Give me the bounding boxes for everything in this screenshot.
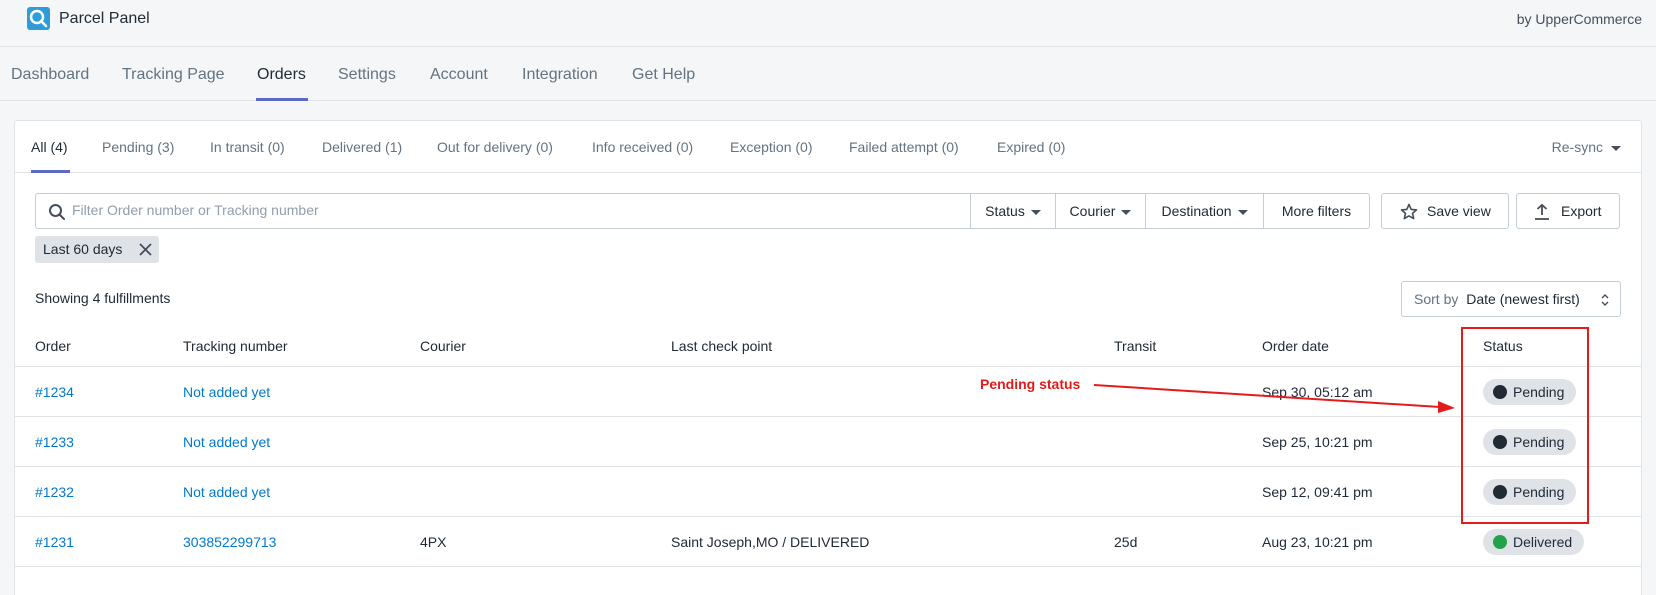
- tab-out-for-delivery[interactable]: Out for delivery (0): [437, 139, 553, 155]
- table-row[interactable]: #1234 Not added yet Sep 30, 05:12 am Pen…: [15, 367, 1641, 417]
- resync-button[interactable]: Re-sync: [1552, 139, 1621, 155]
- courier-cell: 4PX: [420, 534, 447, 550]
- date-filter-label: Last 60 days: [43, 241, 123, 257]
- nav-dashboard[interactable]: Dashboard: [11, 66, 89, 84]
- status-text: Delivered: [1513, 534, 1573, 550]
- search-icon: [49, 204, 65, 220]
- tracking-link[interactable]: Not added yet: [183, 384, 270, 400]
- status-filter-label: Status: [985, 203, 1025, 219]
- app-logo-icon: [27, 7, 50, 30]
- nav-tracking-page[interactable]: Tracking Page: [122, 66, 225, 84]
- tab-failed-attempt[interactable]: Failed attempt (0): [849, 139, 959, 155]
- main-nav: Dashboard Tracking Page Orders Settings …: [0, 48, 1656, 101]
- col-order-date[interactable]: Order date: [1262, 338, 1329, 354]
- table-row[interactable]: #1231 303852299713 4PX Saint Joseph,MO /…: [15, 517, 1641, 567]
- chevron-down-icon: [1121, 209, 1132, 215]
- sort-select[interactable]: Sort by Date (newest first): [1401, 281, 1621, 317]
- app-vendor: by UpperCommerce: [1516, 11, 1642, 27]
- status-dot-icon: [1493, 535, 1507, 549]
- search-input[interactable]: [72, 202, 952, 218]
- nav-get-help[interactable]: Get Help: [632, 66, 695, 84]
- resync-label: Re-sync: [1551, 139, 1603, 155]
- nav-integration[interactable]: Integration: [522, 66, 598, 84]
- tab-pending[interactable]: Pending (3): [102, 139, 174, 155]
- chevron-down-icon: [1237, 209, 1248, 215]
- chevron-down-icon: [1611, 145, 1621, 151]
- col-order[interactable]: Order: [35, 338, 71, 354]
- nav-active-indicator: [256, 98, 308, 101]
- destination-filter-button[interactable]: Destination: [1145, 193, 1264, 229]
- save-view-button[interactable]: Save view: [1381, 193, 1509, 229]
- date-filter-chip: Last 60 days: [35, 236, 159, 263]
- nav-settings[interactable]: Settings: [338, 66, 396, 84]
- courier-filter-button[interactable]: Courier: [1055, 193, 1146, 229]
- tab-info-received[interactable]: Info received (0): [592, 139, 693, 155]
- status-filter-button[interactable]: Status: [970, 193, 1056, 229]
- order-link[interactable]: #1233: [35, 434, 74, 450]
- results-count: Showing 4 fulfillments: [35, 290, 171, 306]
- order-date-cell: Aug 23, 10:21 pm: [1262, 534, 1373, 550]
- tab-exception[interactable]: Exception (0): [730, 139, 812, 155]
- chevron-down-icon: [1030, 209, 1041, 215]
- tab-active-indicator: [31, 170, 70, 173]
- orders-card: All (4) Pending (3) In transit (0) Deliv…: [14, 120, 1642, 595]
- export-button[interactable]: Export: [1516, 193, 1620, 229]
- status-badge: Delivered: [1483, 529, 1585, 555]
- search-field[interactable]: [35, 193, 971, 229]
- close-icon[interactable]: [138, 242, 153, 257]
- save-view-label: Save view: [1427, 203, 1491, 219]
- order-date-cell: Sep 25, 10:21 pm: [1262, 434, 1373, 450]
- app-header: Parcel Panel by UpperCommerce: [0, 0, 1656, 47]
- order-date-cell: Sep 12, 09:41 pm: [1262, 484, 1373, 500]
- destination-filter-label: Destination: [1161, 203, 1232, 219]
- tab-all[interactable]: All (4): [31, 139, 68, 155]
- star-icon: [1400, 203, 1418, 220]
- export-label: Export: [1561, 203, 1602, 219]
- sort-label: Sort by: [1414, 291, 1459, 307]
- tracking-link[interactable]: Not added yet: [183, 434, 270, 450]
- order-date-cell: Sep 30, 05:12 am: [1262, 384, 1373, 400]
- nav-account[interactable]: Account: [430, 66, 488, 84]
- order-link[interactable]: #1231: [35, 534, 74, 550]
- col-courier[interactable]: Courier: [420, 338, 466, 354]
- courier-filter-label: Courier: [1069, 203, 1116, 219]
- table-row[interactable]: #1232 Not added yet Sep 12, 09:41 pm Pen…: [15, 467, 1641, 517]
- app-title: Parcel Panel: [59, 10, 150, 27]
- tracking-link[interactable]: Not added yet: [183, 484, 270, 500]
- order-link[interactable]: #1234: [35, 384, 74, 400]
- more-filters-button[interactable]: More filters: [1263, 193, 1370, 229]
- nav-orders[interactable]: Orders: [257, 66, 306, 84]
- status-tabs: All (4) Pending (3) In transit (0) Deliv…: [15, 121, 1641, 173]
- annotation-highlight-box: [1461, 327, 1589, 524]
- tracking-link[interactable]: 303852299713: [183, 534, 276, 550]
- sort-value: Date (newest first): [1466, 291, 1580, 307]
- col-last-check-point[interactable]: Last check point: [671, 338, 772, 354]
- annotation-label: Pending status: [980, 376, 1081, 392]
- tab-expired[interactable]: Expired (0): [997, 139, 1065, 155]
- tab-in-transit[interactable]: In transit (0): [210, 139, 285, 155]
- upload-icon: [1535, 203, 1549, 220]
- select-arrows-icon: [1601, 294, 1609, 306]
- table-row[interactable]: #1233 Not added yet Sep 25, 10:21 pm Pen…: [15, 417, 1641, 467]
- tab-delivered[interactable]: Delivered (1): [322, 139, 402, 155]
- order-link[interactable]: #1232: [35, 484, 74, 500]
- transit-cell: 25d: [1114, 534, 1138, 550]
- checkpoint-cell: Saint Joseph,MO / DELIVERED: [671, 534, 870, 550]
- col-tracking-number[interactable]: Tracking number: [183, 338, 288, 354]
- table-header: Order Tracking number Courier Last check…: [15, 321, 1641, 367]
- col-transit[interactable]: Transit: [1114, 338, 1156, 354]
